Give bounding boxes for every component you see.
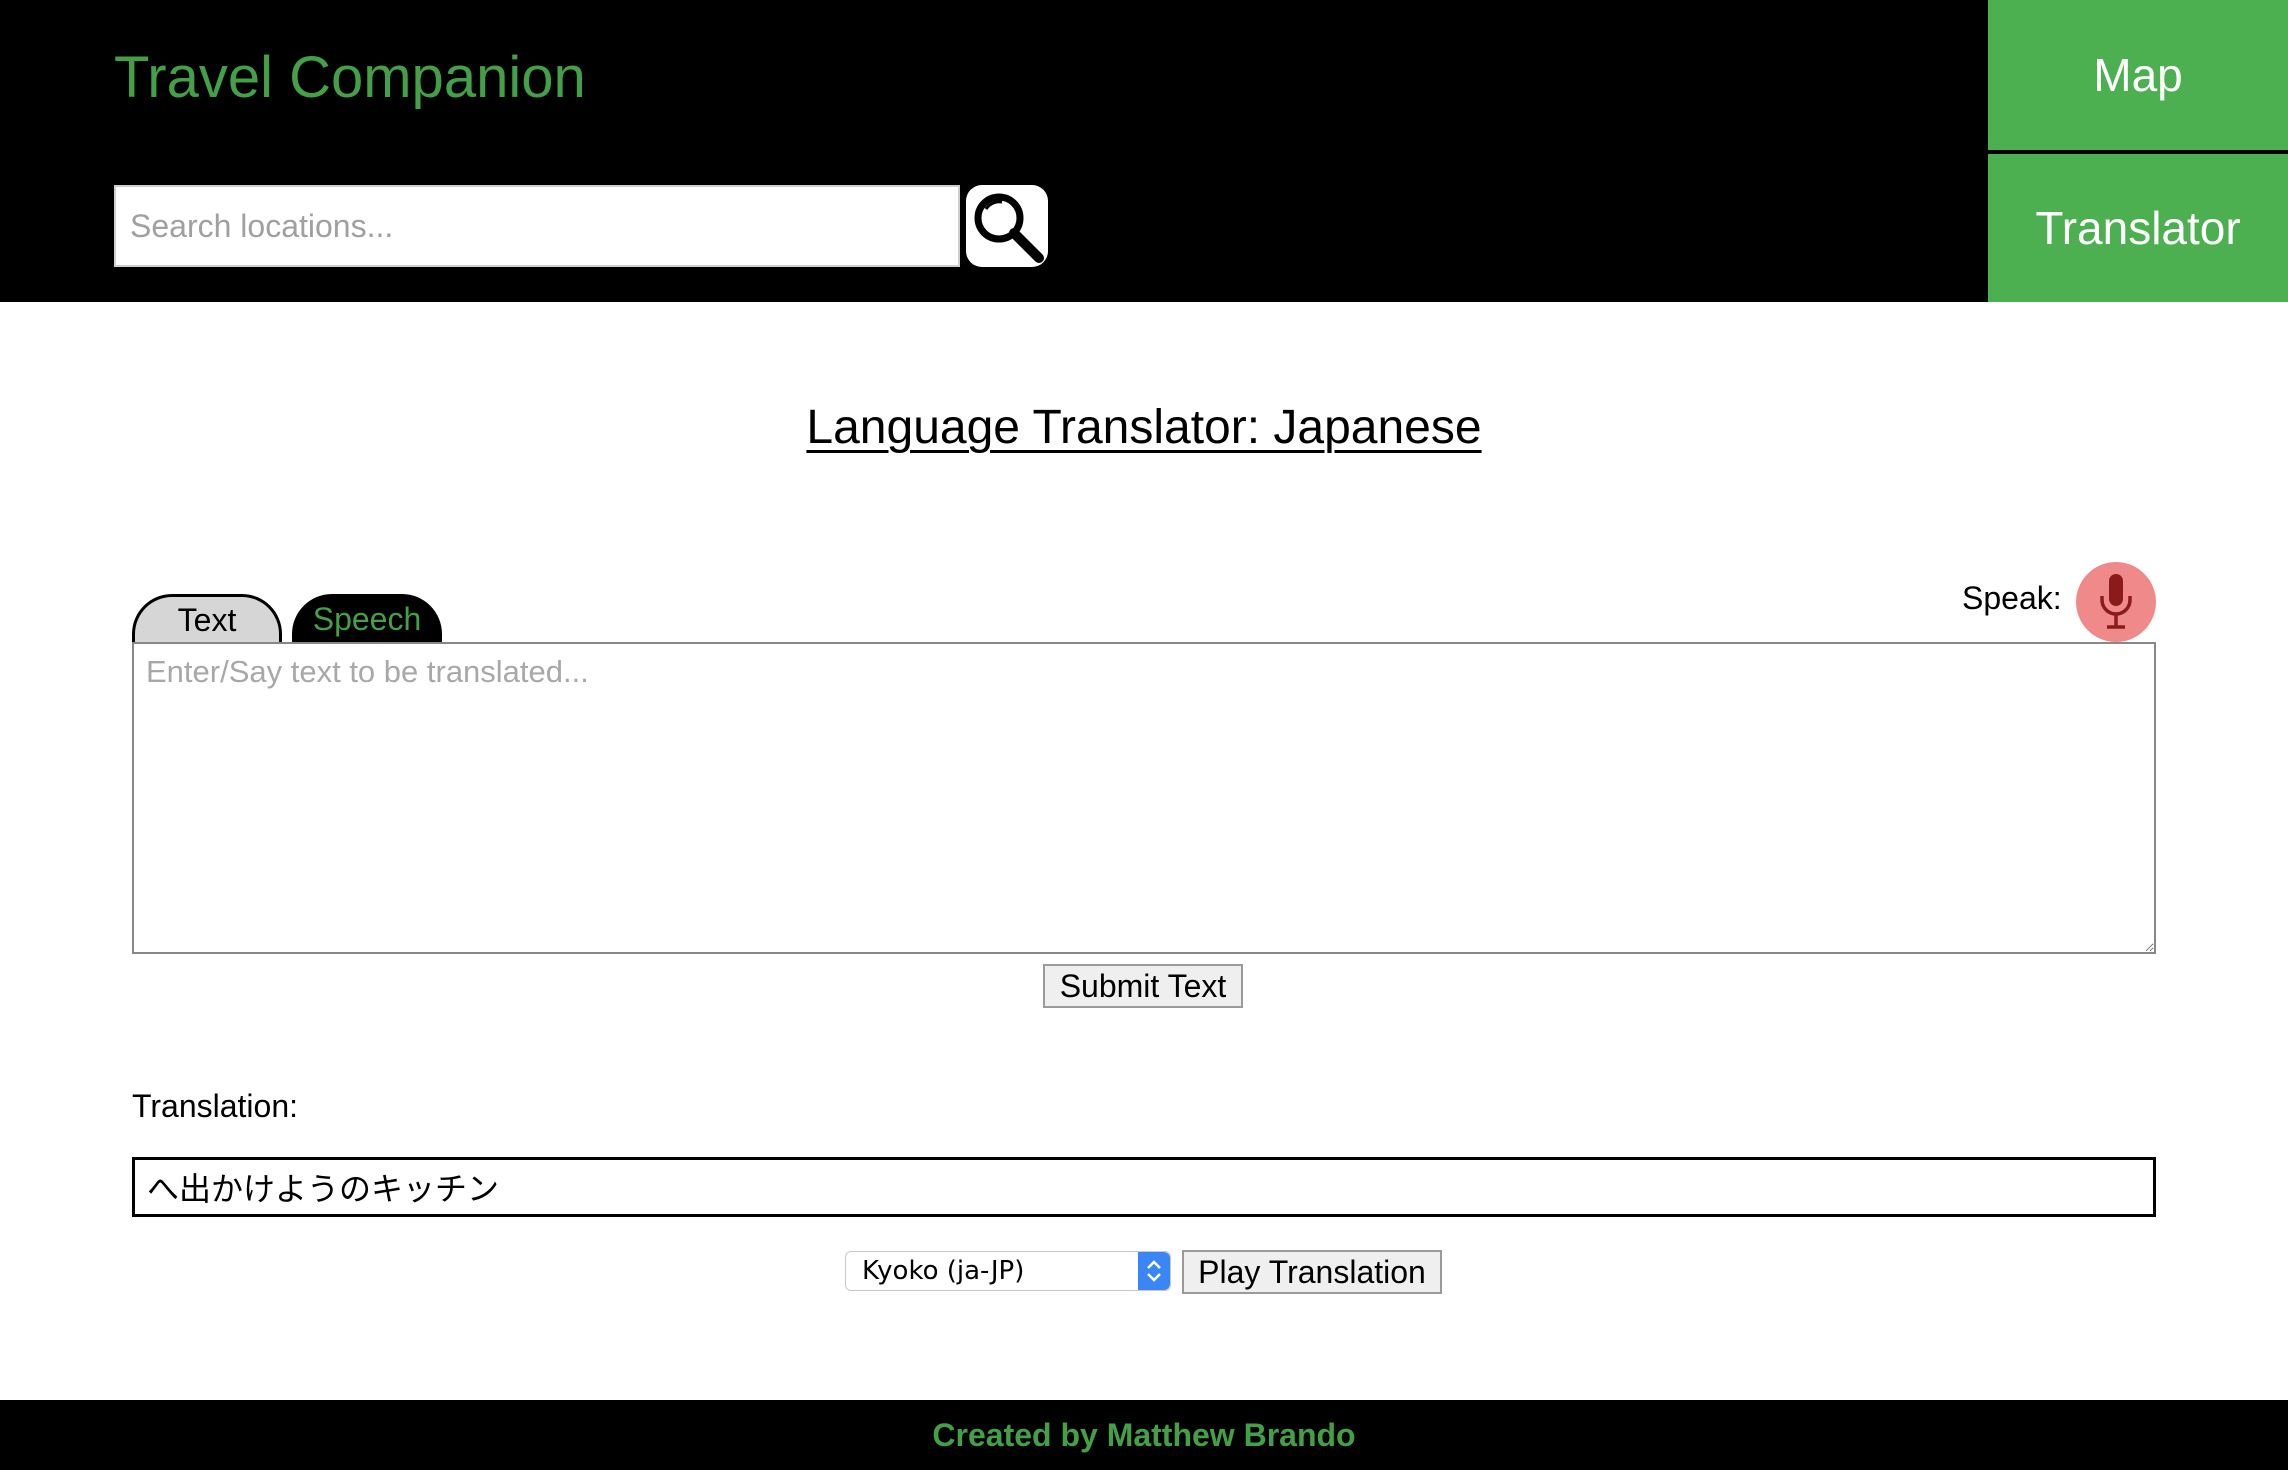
select-arrows-icon — [1138, 1252, 1170, 1290]
footer-credit: Created by Matthew Brando — [932, 1416, 1356, 1453]
tab-speech-label: Speech — [312, 600, 422, 637]
search-button[interactable] — [966, 185, 1048, 267]
search-icon — [974, 193, 1044, 263]
tab-text-label: Text — [177, 602, 237, 638]
submit-text-label: Submit Text — [1059, 967, 1227, 1004]
search-input[interactable] — [114, 185, 960, 267]
nav-translator-label: Translator — [2035, 202, 2241, 254]
header: Travel Companion Map Translator — [0, 0, 2288, 302]
mic-button[interactable] — [2076, 562, 2156, 642]
microphone-icon — [2100, 574, 2132, 629]
page-title: Language Translator: Japanese — [806, 401, 1482, 454]
tab-text[interactable]: Text — [132, 594, 282, 644]
source-text-input[interactable] — [132, 642, 2156, 954]
nav-map[interactable]: Map — [1988, 0, 2288, 150]
play-translation-button[interactable]: Play Translation — [1182, 1250, 1442, 1294]
nav-map-label: Map — [2093, 49, 2183, 101]
tab-speech[interactable]: Speech — [292, 594, 442, 644]
brand-title[interactable]: Travel Companion — [114, 44, 586, 111]
translation-text: へ出かけようのキッチン — [147, 1170, 500, 1208]
nav-translator[interactable]: Translator — [1988, 154, 2288, 302]
footer: Created by Matthew Brando — [0, 1400, 2288, 1470]
speak-label: Speak: — [1962, 580, 2062, 616]
main-nav: Map Translator — [1988, 0, 2288, 302]
submit-text-button[interactable]: Submit Text — [1043, 964, 1243, 1008]
translation-output: へ出かけようのキッチン — [132, 1157, 2156, 1217]
play-translation-label: Play Translation — [1198, 1253, 1426, 1290]
translation-label: Translation: — [132, 1088, 298, 1124]
translator-page: Travel Companion Map Translator Language… — [0, 0, 2288, 1470]
voice-select-value: Kyoko (ja-JP) — [862, 1256, 1025, 1286]
voice-select[interactable]: Kyoko (ja-JP) — [845, 1251, 1171, 1291]
